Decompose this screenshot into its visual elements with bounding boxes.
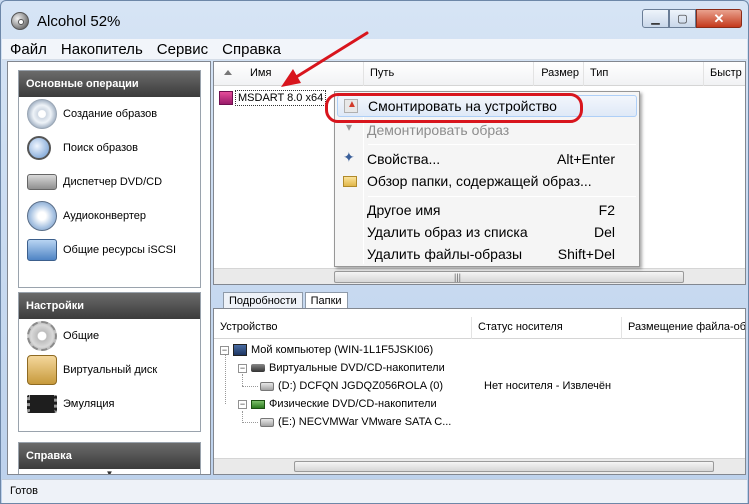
drive-icon xyxy=(260,381,274,391)
media-status: Нет носителя - Извлечён xyxy=(484,380,612,392)
op-label: Общие xyxy=(63,330,100,342)
folder-icon xyxy=(343,175,357,187)
op-label: Виртуальный диск xyxy=(63,364,158,376)
title-bar[interactable]: Alcohol 52% ▁ ▢ ✕ xyxy=(1,1,748,39)
op-label: Общие ресурсы iSCSI xyxy=(63,244,177,256)
settings-general[interactable]: Общие xyxy=(19,319,200,353)
list-hscroll[interactable]: ||| xyxy=(214,268,745,284)
disc-icon xyxy=(27,99,57,129)
sort-up-icon xyxy=(224,70,232,75)
window-title: Alcohol 52% xyxy=(37,13,121,30)
audio-icon xyxy=(27,201,57,231)
minimize-icon: ▁ xyxy=(651,13,660,25)
detail-tabs: Подробности Папки xyxy=(223,292,350,309)
properties-icon xyxy=(343,149,357,166)
file-name: MSDART 8.0 x64 xyxy=(235,90,327,106)
menu-bar: Файл Накопитель Сервис Справка xyxy=(2,39,747,60)
collapse-icon[interactable]: − xyxy=(238,399,247,409)
op-label: Создание образов xyxy=(63,108,158,120)
virtual-disk-icon xyxy=(27,355,57,385)
operations-pane: Основные операции Создание образов Поиск… xyxy=(7,61,211,475)
settings-header[interactable]: Настройки xyxy=(19,293,200,319)
drive-icon xyxy=(27,174,57,190)
op-label: Аудиоконвертер xyxy=(63,210,147,222)
image-file-icon xyxy=(219,91,233,105)
menu-browse-folder[interactable]: Обзор папки, содержащей образ... xyxy=(337,170,637,192)
status-text: Готов xyxy=(10,485,38,497)
app-logo-icon xyxy=(11,12,29,30)
chevron-down-icon[interactable]: ▼ xyxy=(19,469,200,474)
op-dvd-manager[interactable]: Диспетчер DVD/CD xyxy=(19,165,200,199)
maximize-icon: ▢ xyxy=(677,13,688,25)
unmount-icon xyxy=(343,120,357,137)
dvd-drive-icon xyxy=(251,364,265,372)
settings-emulation[interactable]: Эмуляция xyxy=(19,387,200,421)
scroll-thumb[interactable] xyxy=(334,271,684,283)
op-create-images[interactable]: Создание образов xyxy=(19,97,200,131)
scroll-thumb[interactable] xyxy=(294,461,714,472)
close-icon: ✕ xyxy=(713,10,725,26)
col-path[interactable]: Путь xyxy=(364,62,534,86)
chip-icon xyxy=(27,395,57,413)
settings-virtual-disk[interactable]: Виртуальный диск xyxy=(19,353,200,387)
tree-row[interactable]: − Физические DVD/CD-накопители xyxy=(238,398,437,410)
op-label: Поиск образов xyxy=(63,142,138,154)
list-item[interactable]: MSDART 8.0 x64 xyxy=(219,90,327,106)
col-fast[interactable]: Быстр xyxy=(704,62,745,86)
col-media-status[interactable]: Статус носителя xyxy=(472,317,622,339)
menu-remove-from-list[interactable]: Удалить образ из списка Del xyxy=(337,221,637,243)
tree-row[interactable]: (E:) NECVMWar VMware SATA C... xyxy=(260,416,451,428)
op-label: Эмуляция xyxy=(63,398,115,410)
status-bar: Готов xyxy=(2,479,747,503)
menu-properties[interactable]: Свойства... Alt+Enter xyxy=(337,148,637,170)
col-size[interactable]: Размер xyxy=(534,62,584,86)
menu-rename[interactable]: Другое имя F2 xyxy=(337,199,637,221)
grip-icon: ||| xyxy=(454,272,462,282)
main-operations-header[interactable]: Основные операции xyxy=(19,71,200,97)
network-icon xyxy=(27,239,57,261)
help-group: Справка ▼ xyxy=(18,442,201,474)
col-file-location[interactable]: Размещение файла-об xyxy=(622,317,745,339)
minimize-button[interactable]: ▁ xyxy=(642,9,669,28)
search-icon xyxy=(27,136,51,160)
col-device[interactable]: Устройство xyxy=(214,317,472,339)
op-audio-converter[interactable]: Аудиоконвертер xyxy=(19,199,200,233)
menu-file[interactable]: Файл xyxy=(2,41,54,58)
chip-icon xyxy=(251,399,265,409)
drive-icon xyxy=(260,417,274,427)
settings-group: Настройки Общие Виртуальный диск Эмуляци… xyxy=(18,292,201,432)
device-tree: Устройство Статус носителя Размещение фа… xyxy=(213,308,746,475)
menu-drive[interactable]: Накопитель xyxy=(54,41,150,58)
computer-icon xyxy=(233,344,247,356)
maximize-button[interactable]: ▢ xyxy=(669,9,696,28)
tree-header: Устройство Статус носителя Размещение фа… xyxy=(214,317,745,339)
gear-icon xyxy=(27,321,57,351)
menu-delete-image-files[interactable]: Удалить файлы-образы Shift+Del xyxy=(337,243,637,265)
highlight-annotation xyxy=(325,93,583,123)
tab-details[interactable]: Подробности xyxy=(223,292,303,309)
tree-hscroll[interactable] xyxy=(214,458,745,474)
tab-folders[interactable]: Папки xyxy=(304,292,348,309)
col-type[interactable]: Тип xyxy=(584,62,704,86)
collapse-icon[interactable]: − xyxy=(238,363,247,373)
tree-row[interactable]: − Мой компьютер (WIN-1L1F5JSKI06) xyxy=(220,344,433,356)
menu-service[interactable]: Сервис xyxy=(150,41,215,58)
op-iscsi[interactable]: Общие ресурсы iSCSI xyxy=(19,233,200,267)
close-button[interactable]: ✕ xyxy=(696,9,742,28)
op-search-images[interactable]: Поиск образов xyxy=(19,131,200,165)
arrow-annotation-icon xyxy=(281,31,369,87)
app-window: Alcohol 52% ▁ ▢ ✕ Файл Накопитель Сервис… xyxy=(0,0,749,504)
tree-row[interactable]: (D:) DCFQN JGDQZ056ROLA (0) Нет носителя… xyxy=(260,380,611,392)
op-label: Диспетчер DVD/CD xyxy=(63,176,163,188)
help-header[interactable]: Справка xyxy=(19,443,200,469)
tree-row[interactable]: − Виртуальные DVD/CD-накопители xyxy=(238,362,445,374)
collapse-icon[interactable]: − xyxy=(220,345,229,355)
main-operations-group: Основные операции Создание образов Поиск… xyxy=(18,70,201,288)
